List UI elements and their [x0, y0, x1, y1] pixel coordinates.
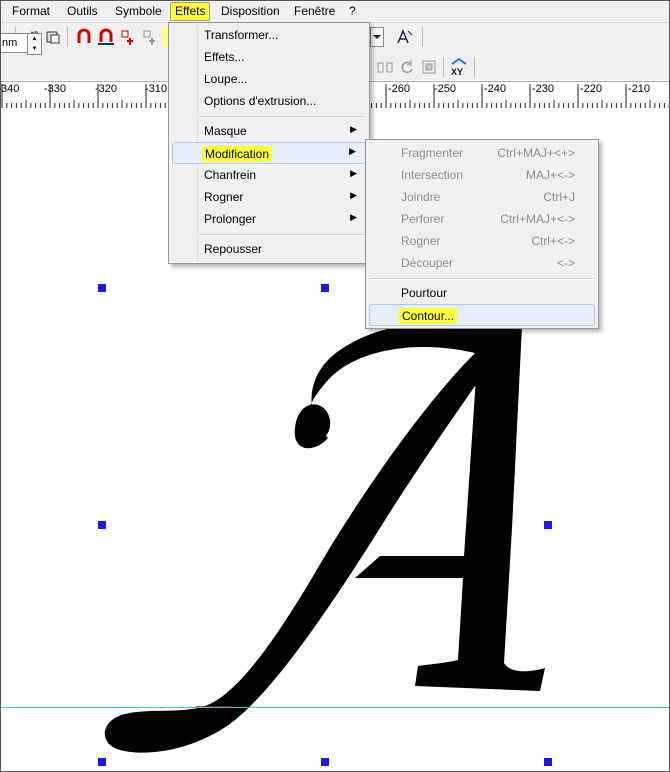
menu-item-label: Effets... [204, 50, 245, 64]
menu-item-options-extrusion[interactable]: Options d'extrusion... [172, 91, 366, 111]
menu-disposition[interactable]: Disposition [217, 3, 284, 20]
menu-item-label: Rogner [204, 190, 244, 204]
menu-item-label: Intersection [401, 168, 464, 182]
magnet-icon[interactable] [75, 28, 93, 46]
snap-point-icon[interactable] [119, 28, 137, 46]
menu-item-label: Découper [401, 256, 454, 270]
ruler-label: -330 [44, 83, 67, 95]
menu-item-transformer[interactable]: Transformer... [172, 25, 366, 45]
modification-submenu: Fragmenter Ctrl+MAJ+<+> Intersection MAJ+<… [365, 139, 599, 329]
menu-symbole[interactable]: Symbole [111, 3, 166, 20]
magnet-grid-icon[interactable] [97, 28, 115, 46]
toolbar-separator [422, 27, 423, 47]
menu-item-shortcut: MAJ+<-> [525, 168, 575, 182]
submenu-arrow-icon: ▶ [349, 146, 356, 156]
selection-handle[interactable] [544, 521, 552, 529]
combo-dropdown-button[interactable] [370, 27, 384, 47]
menu-item-fragmenter[interactable]: Fragmenter Ctrl+MAJ+<+> [369, 143, 595, 163]
menu-format[interactable]: Format [8, 3, 54, 20]
menu-item-label: Fragmenter [401, 146, 464, 160]
menu-item-shortcut: <-> [556, 256, 575, 270]
mirror-icon[interactable] [376, 58, 394, 76]
menu-help[interactable]: ? [345, 3, 360, 20]
menu-separator [370, 278, 594, 280]
submenu-arrow-icon: ▶ [350, 212, 357, 222]
unit-spinner[interactable]: ▲ ▼ [27, 33, 42, 55]
menu-item-label: Pourtour [401, 286, 448, 300]
menu-bar: Format Outils Symbole Effets Disposition… [0, 0, 670, 23]
menu-item-label: Joindre [401, 190, 441, 204]
toolbar-separator [67, 27, 68, 47]
menu-item-perforer[interactable]: Perforer Ctrl+MAJ+<-> [369, 209, 595, 229]
selection-handle[interactable] [98, 758, 106, 766]
effets-menu: Transformer... Effets... Loupe... Option… [168, 22, 370, 264]
selection-handle[interactable] [321, 758, 329, 766]
ruler-label: -310 [145, 83, 168, 95]
menu-item-label: Repousser [204, 242, 263, 256]
ruler-label: -250 [434, 83, 457, 95]
horizontal-guide-line[interactable] [0, 707, 670, 708]
menu-item-label: Options d'extrusion... [204, 94, 317, 108]
menu-item-intersection[interactable]: Intersection MAJ+<-> [369, 165, 595, 185]
spinner-down-icon[interactable]: ▼ [28, 44, 41, 54]
copy-style-icon[interactable] [44, 28, 62, 46]
menu-item-pourtour[interactable]: Pourtour [369, 283, 595, 303]
scale-icon[interactable] [420, 58, 438, 76]
ruler-label: 340 [1, 83, 20, 95]
menu-item-loupe[interactable]: Loupe... [172, 69, 366, 89]
selection-handle[interactable] [321, 284, 329, 292]
menu-item-masque[interactable]: Masque ▶ [172, 121, 366, 141]
ruler-label: -240 [484, 83, 507, 95]
menu-item-label: Contour... [399, 308, 458, 324]
submenu-arrow-icon: ▶ [350, 168, 357, 178]
menu-fenetre[interactable]: Fenêtre [290, 3, 339, 20]
selection-handle[interactable] [544, 758, 552, 766]
svg-text:XY: XY [451, 67, 463, 76]
menu-item-label: Transformer... [204, 28, 279, 42]
text-path-icon[interactable] [396, 28, 414, 46]
submenu-arrow-icon: ▶ [350, 190, 357, 200]
menu-item-shortcut: Ctrl+MAJ+<+> [497, 146, 575, 160]
ruler-label: -210 [628, 83, 651, 95]
selection-handle[interactable] [98, 521, 106, 529]
menu-item-decouper[interactable]: Découper <-> [369, 253, 595, 273]
spinner-up-icon[interactable]: ▲ [28, 34, 41, 44]
menu-item-rogner[interactable]: Rogner ▶ [172, 187, 366, 207]
menu-item-repousser[interactable]: Repousser [172, 239, 366, 259]
unit-input[interactable]: nm [0, 33, 29, 53]
menu-separator [199, 116, 365, 118]
menu-separator [199, 234, 365, 236]
toolbar-separator [474, 57, 475, 77]
menu-item-rogner-sub[interactable]: Rogner Ctrl+<-> [369, 231, 595, 251]
menu-item-chanfrein[interactable]: Chanfrein ▶ [172, 165, 366, 185]
ruler-label: -220 [580, 83, 603, 95]
menu-effets[interactable]: Effets [170, 2, 211, 21]
menu-item-label: Perforer [401, 212, 445, 226]
menu-item-label: Modification [202, 146, 273, 162]
menu-item-label: Loupe... [204, 72, 248, 86]
menu-item-shortcut: Ctrl+MAJ+<-> [500, 212, 575, 226]
ruler-label: -230 [532, 83, 555, 95]
snap-disabled-icon[interactable] [141, 28, 159, 46]
menu-item-joindre[interactable]: Joindre Ctrl+J [369, 187, 595, 207]
ruler-label: -320 [95, 83, 118, 95]
submenu-arrow-icon: ▶ [350, 124, 357, 134]
menu-item-prolonger[interactable]: Prolonger ▶ [172, 209, 366, 229]
menu-item-effets[interactable]: Effets... [172, 47, 366, 67]
selection-handle[interactable] [98, 284, 106, 292]
rotate-icon[interactable] [398, 58, 416, 76]
menu-item-modification[interactable]: Modification ▶ [172, 142, 366, 164]
toolbar-separator [443, 57, 444, 77]
xy-position-icon[interactable]: XY [449, 56, 469, 77]
menu-item-label: Prolonger [204, 212, 257, 226]
menu-item-label: Chanfrein [204, 168, 257, 182]
menu-outils[interactable]: Outils [63, 3, 102, 20]
menu-item-label: Rogner [401, 234, 441, 248]
menu-item-shortcut: Ctrl+<-> [531, 234, 575, 248]
menu-item-contour[interactable]: Contour... [369, 304, 595, 326]
menu-item-shortcut: Ctrl+J [543, 190, 575, 204]
ruler-label: -260 [388, 83, 411, 95]
menu-item-label: Masque [204, 124, 247, 138]
